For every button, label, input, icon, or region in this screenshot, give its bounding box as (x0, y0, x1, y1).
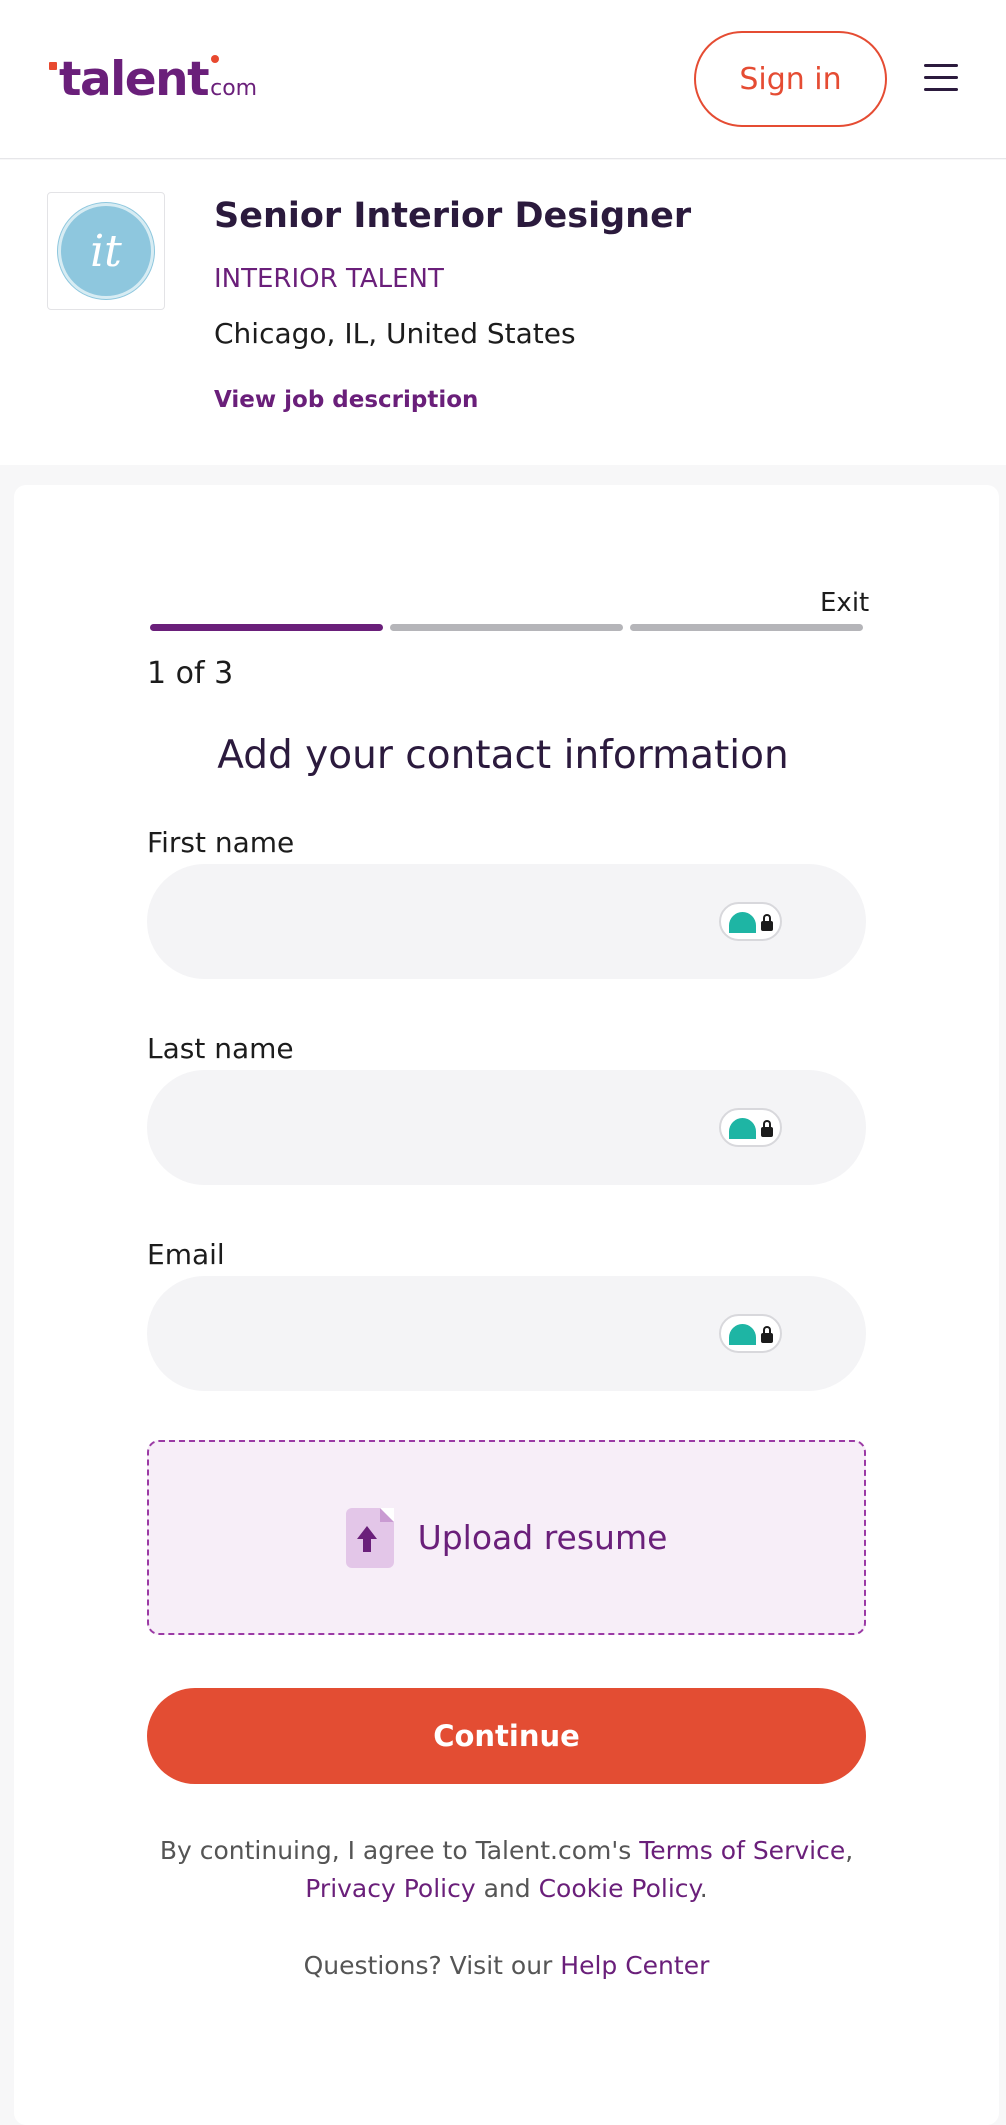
continue-button[interactable]: Continue (147, 1688, 866, 1784)
progress-segment-3 (630, 624, 863, 631)
step-indicator: 1 of 3 (147, 656, 234, 691)
password-manager-logo (729, 1324, 756, 1345)
company-logo-image: it (58, 203, 154, 299)
help-center-link[interactable]: Help Center (560, 1951, 709, 1980)
company-logo: it (47, 192, 165, 310)
privacy-policy-link[interactable]: Privacy Policy (305, 1874, 475, 1903)
logo-period-dot-icon (211, 55, 220, 63)
password-manager-icon[interactable] (719, 1108, 782, 1147)
job-location: Chicago, IL, United States (214, 317, 576, 350)
email-input[interactable] (187, 1276, 747, 1391)
logo-suffix: com (210, 76, 258, 101)
password-manager-icon[interactable] (719, 1314, 782, 1353)
last-name-input[interactable] (187, 1070, 747, 1185)
logo-dot-icon (49, 62, 57, 70)
lock-icon (761, 921, 773, 931)
progress-segment-2 (390, 624, 623, 631)
sign-in-button[interactable]: Sign in (694, 31, 887, 127)
job-summary-card: it Senior Interior Designer INTERIOR TAL… (0, 160, 1006, 465)
logo-suffix-wrap: com (208, 55, 258, 101)
last-name-field[interactable] (147, 1070, 866, 1185)
legal-prefix: By continuing, I agree to Talent.com's (159, 1836, 640, 1865)
file-upload-icon (345, 1507, 394, 1568)
help-text: Questions? Visit our Help Center (0, 1951, 1006, 1980)
first-name-field[interactable] (147, 864, 866, 979)
first-name-input[interactable] (187, 864, 747, 979)
company-name: INTERIOR TALENT (214, 264, 444, 294)
last-name-label: Last name (147, 1032, 294, 1065)
email-label: Email (147, 1238, 225, 1271)
legal-comma: , (845, 1836, 854, 1865)
hamburger-menu-icon[interactable] (924, 62, 960, 94)
legal-and: and (475, 1874, 539, 1903)
exit-button[interactable]: Exit (820, 588, 869, 618)
help-prefix: Questions? Visit our (303, 1951, 561, 1980)
upload-resume-dropzone[interactable]: Upload resume (147, 1440, 866, 1635)
site-header: talent com Sign in (0, 0, 1006, 159)
step-progress-bar (150, 624, 863, 631)
form-title: Add your contact information (217, 733, 789, 778)
cookie-policy-link[interactable]: Cookie Policy (539, 1874, 700, 1903)
company-logo-text: it (90, 225, 122, 277)
progress-segment-1 (150, 624, 383, 631)
password-manager-logo (729, 912, 756, 933)
first-name-label: First name (147, 826, 295, 859)
lock-icon (761, 1127, 773, 1137)
terms-of-service-link[interactable]: Terms of Service (639, 1836, 845, 1865)
lock-icon (761, 1333, 773, 1343)
password-manager-logo (729, 1118, 756, 1139)
talent-logo[interactable]: talent com (49, 50, 257, 110)
legal-disclaimer: By continuing, I agree to Talent.com's T… (130, 1832, 883, 1908)
legal-period: . (699, 1874, 708, 1903)
job-title: Senior Interior Designer (214, 196, 692, 236)
password-manager-icon[interactable] (719, 902, 782, 941)
logo-wordmark: talent (59, 52, 210, 107)
view-job-description-link[interactable]: View job description (214, 387, 478, 413)
email-field[interactable] (147, 1276, 866, 1391)
upload-resume-label: Upload resume (417, 1518, 668, 1557)
